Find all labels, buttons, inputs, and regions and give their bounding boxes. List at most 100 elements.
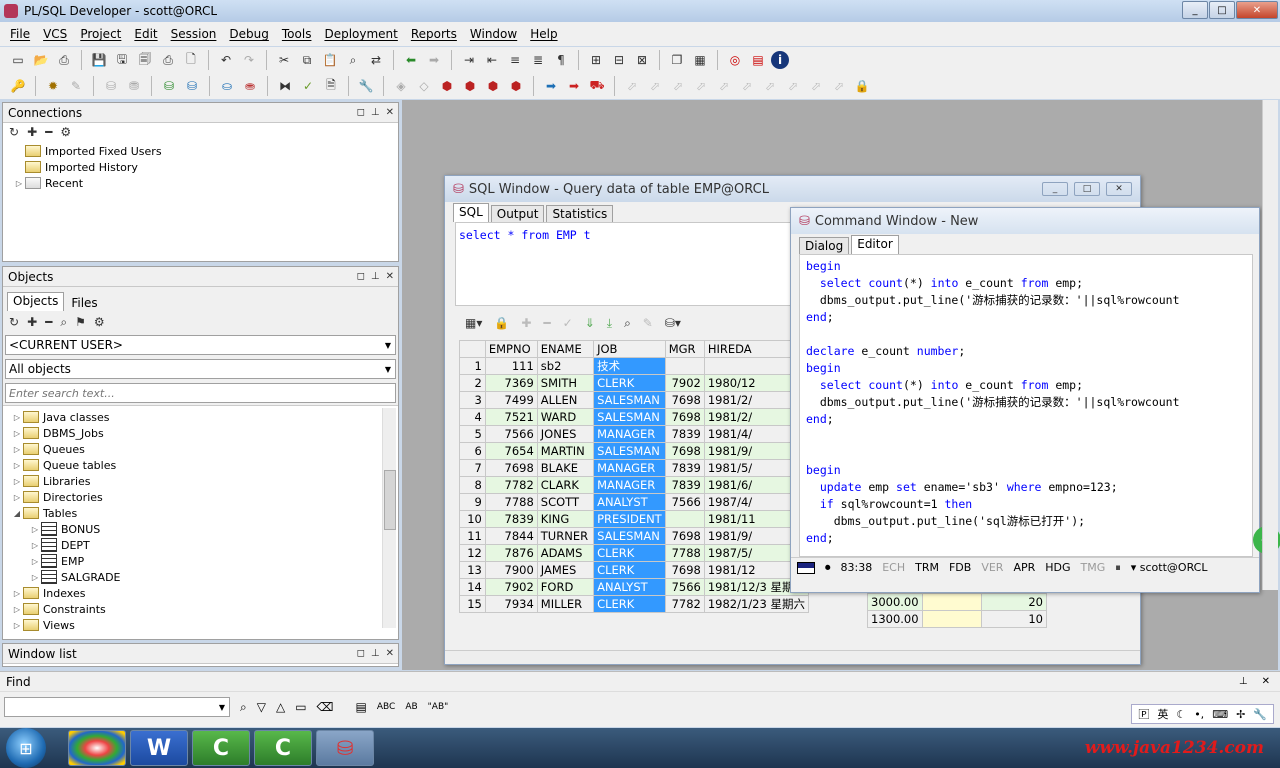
table-row[interactable]: 2 7369 SMITH CLERK 7902 1980/12 [459,374,809,392]
tab-statistics[interactable]: Statistics [546,205,614,222]
row-number[interactable]: 7 [459,459,486,477]
grid-cell[interactable]: 3000.00 [867,593,923,611]
tab-editor[interactable]: Editor [851,235,899,254]
expand-icon[interactable]: ▷ [11,605,23,614]
test-window-icon[interactable]: ⊠ [632,50,652,70]
open-icon[interactable]: 📂 [31,50,51,70]
expand-icon[interactable]: ▷ [11,429,23,438]
sql-maximize-button[interactable]: □ [1074,182,1100,196]
row-number[interactable]: 11 [459,527,486,545]
status-flag[interactable]: ECH [882,561,905,574]
find-input[interactable] [4,697,230,717]
tree-item[interactable]: ▷ Recent [13,175,398,191]
debug-step-over-icon[interactable]: ⬀ [668,76,688,96]
execute-icon[interactable]: ✹ [43,76,63,96]
fetch-next-icon[interactable]: ⇓ [585,316,595,330]
car-icon[interactable]: ⛟ [587,76,607,96]
grid-layout-icon[interactable]: ▦▾ [465,316,482,330]
status-record-icon[interactable]: ⏺ [825,561,831,575]
ime-tools-icon[interactable]: 🔧 [1253,708,1267,721]
cell-job[interactable]: SALESMAN [593,527,666,545]
filter-icon[interactable]: ⚑ [75,315,86,329]
cell-empno[interactable]: 7499 [484,391,538,409]
find-icon[interactable]: ⌕ [343,50,363,70]
taskbar-camtasia2-button[interactable]: C [254,730,312,766]
disconnect-icon[interactable]: ⛂ [240,76,260,96]
taskbar-word-button[interactable]: W [130,730,188,766]
status-flag[interactable]: VER [981,561,1003,574]
tree-item[interactable]: ▷ Views [11,617,398,633]
table-row[interactable]: 10 7839 KING PRESIDENT 1981/11 [459,510,809,528]
cell-ename[interactable]: JONES [536,425,595,443]
tree-item[interactable]: ▷ Constraints [11,601,398,617]
regex-button[interactable]: "AB" [428,702,449,712]
table-row[interactable]: 15 7934 MILLER CLERK 7782 1982/1/23 星期六 [459,595,809,613]
maximize-button[interactable]: □ [1209,1,1235,19]
tab-objects[interactable]: Objects [7,292,65,311]
cell-ename[interactable]: MILLER [536,595,595,613]
save-icon[interactable]: 💾 [89,50,109,70]
menu-session[interactable]: Session [171,27,217,41]
debug-step-icon[interactable]: ⬀ [622,76,642,96]
oracle-icon[interactable]: ◎ [725,50,745,70]
grid-cell[interactable] [921,593,982,611]
add-icon[interactable]: ✚ [27,315,37,329]
table-row[interactable]: 5 7566 JONES MANAGER 7839 1981/4/ [459,425,809,443]
tree-item[interactable]: Imported History [13,159,398,175]
tree-item[interactable]: ▷ Queues [11,441,398,457]
cell-mgr[interactable]: 7698 [664,408,705,426]
clear-icon[interactable]: ✎ [643,316,653,330]
sql-minimize-button[interactable]: _ [1042,182,1068,196]
cell-empno[interactable]: 7934 [484,595,538,613]
cell-job[interactable]: CLERK [593,544,666,562]
add-icon[interactable]: ✚ [27,125,37,139]
find-previous-icon[interactable]: △ [276,700,285,714]
expand-icon[interactable]: ▷ [11,477,23,486]
find-icon[interactable]: ⌕ [60,315,67,330]
status-flag[interactable]: TMG [1081,561,1106,574]
cell-mgr[interactable]: 7698 [664,527,705,545]
grid-cell[interactable]: 10 [980,610,1048,628]
tree-item[interactable]: ▷ Queue tables [11,457,398,473]
expand-icon[interactable]: ▷ [11,621,23,630]
ime-punct-icon[interactable]: •, [1194,708,1204,721]
expand-icon[interactable]: ▷ [11,445,23,454]
cell-mgr[interactable]: 7566 [664,493,705,511]
objects-scrollbar[interactable] [382,408,396,628]
cell-ename[interactable]: SMITH [536,374,595,392]
cell-empno[interactable]: 7844 [484,527,538,545]
cell-empno[interactable]: 7654 [484,442,538,460]
menu-file[interactable]: File [10,27,30,41]
arrow-right-icon[interactable]: ➡ [541,76,561,96]
save-as-icon[interactable]: 🖫 [112,50,132,70]
row-number[interactable]: 3 [459,391,486,409]
properties-icon[interactable]: ⚙ [94,315,105,329]
debug-pause-icon[interactable]: ⬀ [737,76,757,96]
find-binoculars-icon[interactable]: ⌕ [240,700,247,715]
sql-horizontal-scrollbar[interactable] [445,650,1140,664]
cell-job[interactable]: ANALYST [593,578,666,596]
cell-empno[interactable]: 7839 [484,510,538,528]
save-all-icon[interactable]: 🗐 [135,50,155,70]
row-number[interactable]: 2 [459,374,486,392]
undo-icon[interactable]: ↶ [216,50,236,70]
grid-cell[interactable]: 20 [980,593,1048,611]
menu-help[interactable]: Help [530,27,557,41]
tab-dialog[interactable]: Dialog [799,237,850,254]
table-item[interactable]: ▷ SALGRADE [11,569,398,585]
cut-icon[interactable]: ✂ [274,50,294,70]
row-number[interactable]: 1 [459,357,486,375]
taskbar-media-icon[interactable] [68,730,126,766]
cell-empno[interactable]: 7876 [484,544,538,562]
info-icon[interactable]: i [771,51,789,69]
table-row[interactable]: 13 7900 JAMES CLERK 7698 1981/12 [459,561,809,579]
selection-only-icon[interactable]: ▤ [356,700,367,714]
cell-ename[interactable]: BLAKE [536,459,595,477]
debug-step-out-icon[interactable]: ⬀ [691,76,711,96]
status-flag[interactable]: TRM [915,561,939,574]
tree-item[interactable]: ▷ DBMS_Jobs [11,425,398,441]
format-icon[interactable]: ¶ [551,50,571,70]
session-icon[interactable]: ⛁ [182,76,202,96]
indent-icon[interactable]: ⇥ [459,50,479,70]
cell-mgr[interactable]: 7698 [664,561,705,579]
